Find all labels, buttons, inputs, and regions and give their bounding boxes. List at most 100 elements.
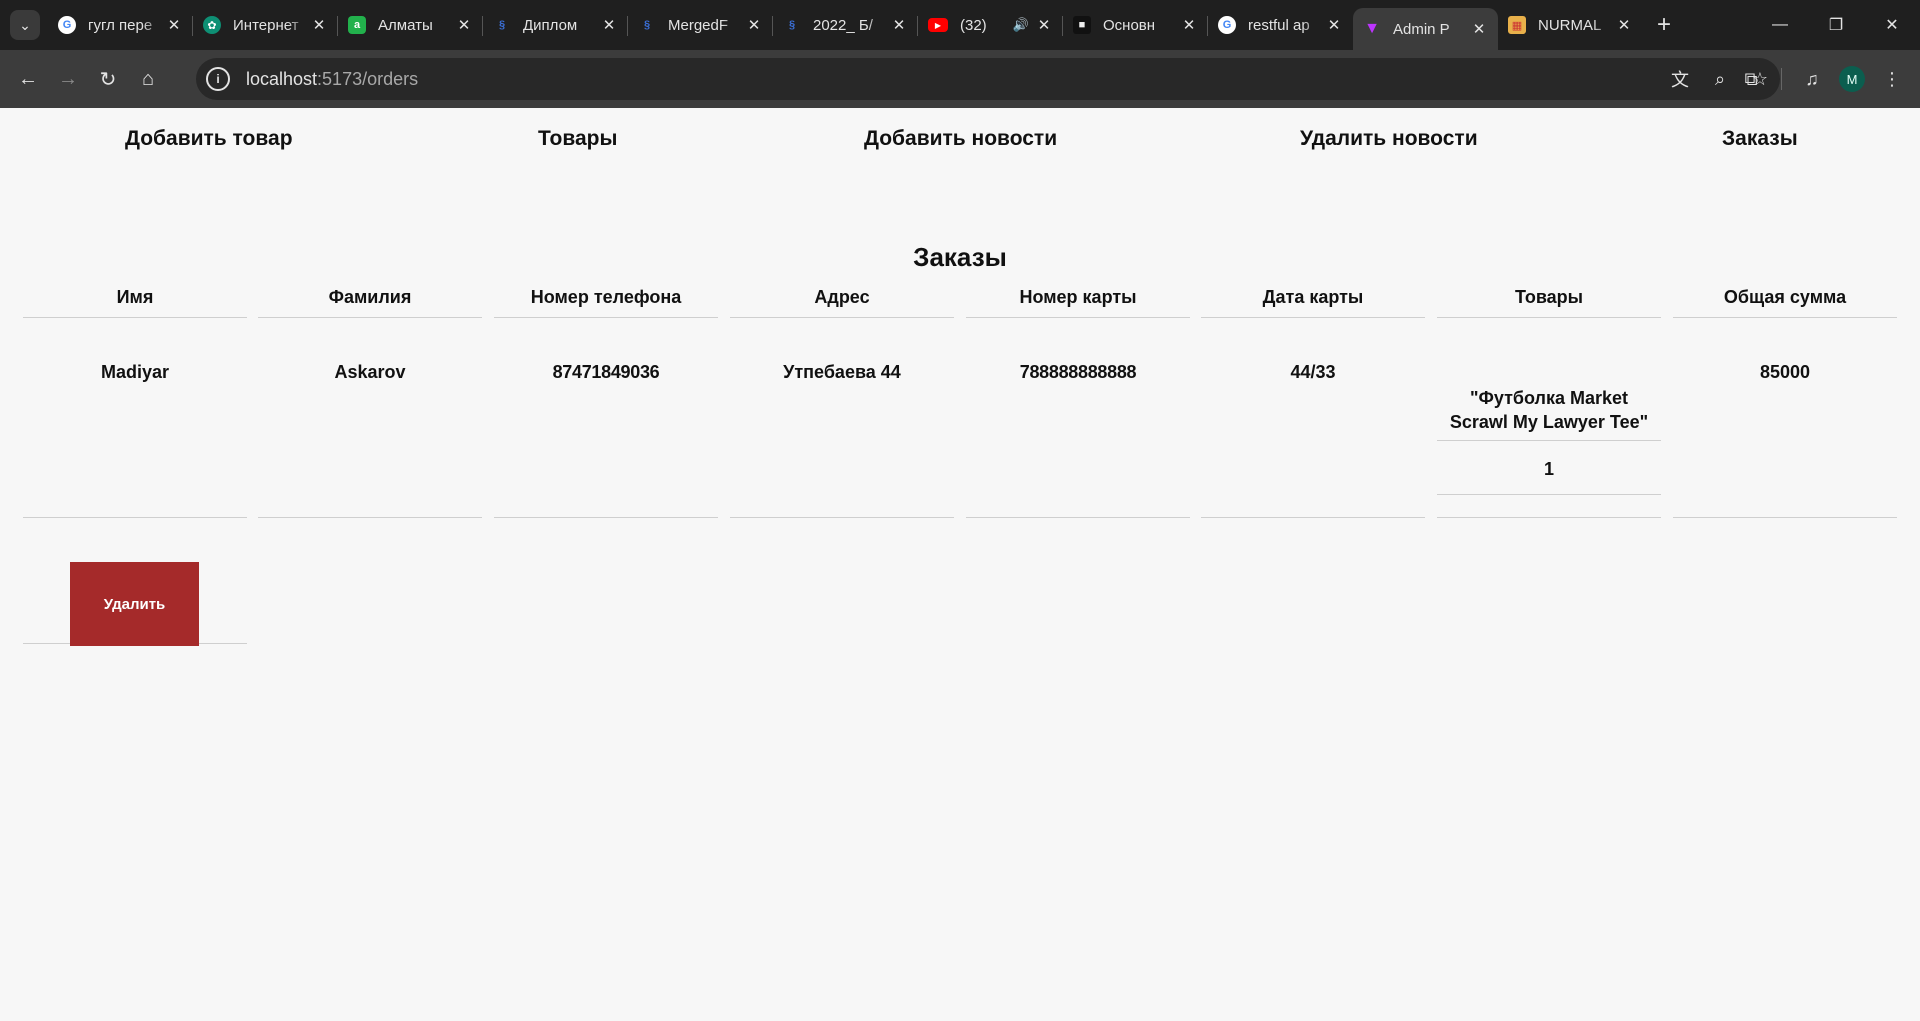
cell-phone: 87471849036 — [494, 318, 718, 518]
cell-card-number: 788888888888 — [966, 318, 1190, 518]
nav-add-product[interactable]: Добавить товар — [125, 127, 293, 151]
new-tab-icon[interactable]: + — [1647, 8, 1681, 42]
tab-title: Алматы — [378, 16, 433, 34]
tab-title: NURMAL — [1538, 16, 1602, 34]
column-phone: Номер телефона 87471849036 — [494, 283, 718, 518]
column-address: Адрес Утпебаева 44 — [730, 283, 954, 518]
nav-add-news[interactable]: Добавить новости — [864, 127, 1057, 151]
tab-title: restful ap — [1248, 16, 1310, 34]
a-app-icon: a — [348, 16, 366, 34]
browser-tab[interactable]: § Диплом ✕ — [483, 0, 628, 50]
column-header: Дата карты — [1201, 283, 1425, 318]
close-window-icon[interactable]: ✕ — [1864, 0, 1920, 50]
home-icon[interactable]: ⌂ — [128, 59, 168, 99]
close-tab-icon[interactable]: ✕ — [1180, 16, 1198, 34]
product-name: "Футболка Market Scrawl My Lawyer Tee" — [1437, 386, 1661, 441]
cell-total: 85000 — [1673, 318, 1897, 518]
cell-address: Утпебаева 44 — [730, 318, 954, 518]
menu-icon[interactable]: ⋮ — [1872, 69, 1912, 90]
google-icon: G — [1218, 16, 1236, 34]
column-header: Номер карты — [966, 283, 1190, 318]
column-header: Имя — [23, 283, 247, 318]
close-tab-icon[interactable]: ✕ — [1615, 16, 1633, 34]
back-icon[interactable]: ← — [8, 59, 48, 99]
extensions-icon[interactable]: ⧉ — [1731, 69, 1771, 90]
tab-title: гугл пере — [88, 16, 153, 34]
browser-tab[interactable]: ▶ (32) 🔊 ✕ — [918, 0, 1063, 50]
browser-tab[interactable]: ✿ Интернет ✕ — [193, 0, 338, 50]
column-total: Общая сумма 85000 — [1673, 283, 1897, 518]
browser-tab[interactable]: § 2022_ Б/ ✕ — [773, 0, 918, 50]
browser-tab[interactable]: ▦ NURMAL ✕ — [1498, 0, 1643, 50]
avatar[interactable]: M — [1839, 66, 1865, 92]
url-text[interactable]: localhost:5173/orders — [246, 69, 418, 90]
column-last-name: Фамилия Askarov — [258, 283, 482, 518]
browser-toolbar: ← → ↻ ⌂ i localhost:5173/orders 文 ⌕ ☆ ⧉ … — [0, 50, 1920, 108]
tab-search-icon[interactable]: ⌄ — [10, 10, 40, 40]
cell-first-name: Madiyar — [23, 318, 247, 518]
page-title: Заказы — [913, 242, 1007, 272]
address-bar[interactable]: i localhost:5173/orders 文 ⌕ ☆ — [196, 58, 1780, 100]
tab-title: Интернет — [233, 16, 299, 34]
page: Добавить товар Товары Добавить новости У… — [0, 108, 1920, 1021]
cell-last-name: Askarov — [258, 318, 482, 518]
vite-icon: ▼ — [1364, 20, 1380, 37]
close-tab-icon[interactable]: ✕ — [455, 16, 473, 34]
column-header: Товары — [1437, 283, 1661, 318]
column-header: Общая сумма — [1673, 283, 1897, 318]
site-info-icon[interactable]: i — [206, 67, 230, 91]
chatgpt-icon: ✿ — [203, 16, 221, 34]
store-icon: ▦ — [1508, 16, 1526, 34]
nav-orders[interactable]: Заказы — [1722, 127, 1798, 151]
tab-title: (32) — [960, 16, 987, 34]
column-header: Номер телефона — [494, 283, 718, 318]
close-tab-icon[interactable]: ✕ — [1470, 20, 1488, 38]
column-products: Товары "Футболка Market Scrawl My Lawyer… — [1437, 283, 1661, 518]
close-tab-icon[interactable]: ✕ — [165, 16, 183, 34]
docs-icon: § — [788, 19, 796, 31]
translate-icon[interactable]: 文 — [1660, 66, 1700, 92]
nav-delete-news[interactable]: Удалить новости — [1300, 127, 1478, 151]
nav-products[interactable]: Товары — [538, 127, 617, 151]
column-card-date: Дата карты 44/33 — [1201, 283, 1425, 518]
browser-tab[interactable]: a Алматы ✕ — [338, 0, 483, 50]
column-header: Адрес — [730, 283, 954, 318]
youtube-icon: ▶ — [928, 18, 948, 32]
browser-tab[interactable]: G гугл пере ✕ — [48, 0, 193, 50]
close-tab-icon[interactable]: ✕ — [890, 16, 908, 34]
tab-title: 2022_ Б/ — [813, 16, 873, 34]
delete-order-button[interactable]: Удалить — [70, 562, 199, 646]
close-tab-icon[interactable]: ✕ — [745, 16, 763, 34]
close-tab-icon[interactable]: ✕ — [310, 16, 328, 34]
tab-title: MergedF — [668, 16, 729, 34]
browser-tab[interactable]: ■ Основн ✕ — [1063, 0, 1208, 50]
media-control-icon[interactable]: ♫ — [1792, 69, 1832, 90]
tab-title: Admin P — [1393, 20, 1450, 38]
close-tab-icon[interactable]: ✕ — [600, 16, 618, 34]
close-tab-icon[interactable]: ✕ — [1325, 16, 1343, 34]
reload-icon[interactable]: ↻ — [88, 59, 128, 99]
admin-nav: Добавить товар Товары Добавить новости У… — [0, 108, 1920, 178]
browser-tab[interactable]: § MergedF ✕ — [628, 0, 773, 50]
tab-list: G гугл пере ✕ ✿ Интернет ✕ a Алматы ✕ § … — [48, 0, 1643, 50]
browser-tab[interactable]: G restful ap ✕ — [1208, 0, 1353, 50]
column-first-name: Имя Madiyar — [23, 283, 247, 518]
forward-icon[interactable]: → — [48, 59, 88, 99]
cell-card-date: 44/33 — [1201, 318, 1425, 518]
product-entry: "Футболка Market Scrawl My Lawyer Tee" 1 — [1437, 386, 1661, 495]
minimize-icon[interactable]: — — [1752, 0, 1808, 50]
column-header: Фамилия — [258, 283, 482, 318]
product-quantity: 1 — [1437, 441, 1661, 495]
delete-cell: Удалить — [23, 542, 247, 646]
cell-products: "Футболка Market Scrawl My Lawyer Tee" 1 — [1437, 318, 1661, 518]
browser-tab-active[interactable]: ▼ Admin P ✕ — [1353, 8, 1498, 50]
close-tab-icon[interactable]: ✕ — [1035, 16, 1053, 34]
tab-title: Диплом — [523, 16, 578, 34]
browser-tabstrip: ⌄ G гугл пере ✕ ✿ Интернет ✕ a Алматы ✕ … — [0, 0, 1920, 50]
restore-icon[interactable]: ❐ — [1808, 0, 1864, 50]
google-icon: G — [58, 16, 76, 34]
docs-icon: § — [643, 19, 651, 31]
window-controls: — ❐ ✕ — [1752, 0, 1920, 50]
speaker-icon[interactable]: 🔊 — [1013, 17, 1029, 33]
column-card-number: Номер карты 788888888888 — [966, 283, 1190, 518]
